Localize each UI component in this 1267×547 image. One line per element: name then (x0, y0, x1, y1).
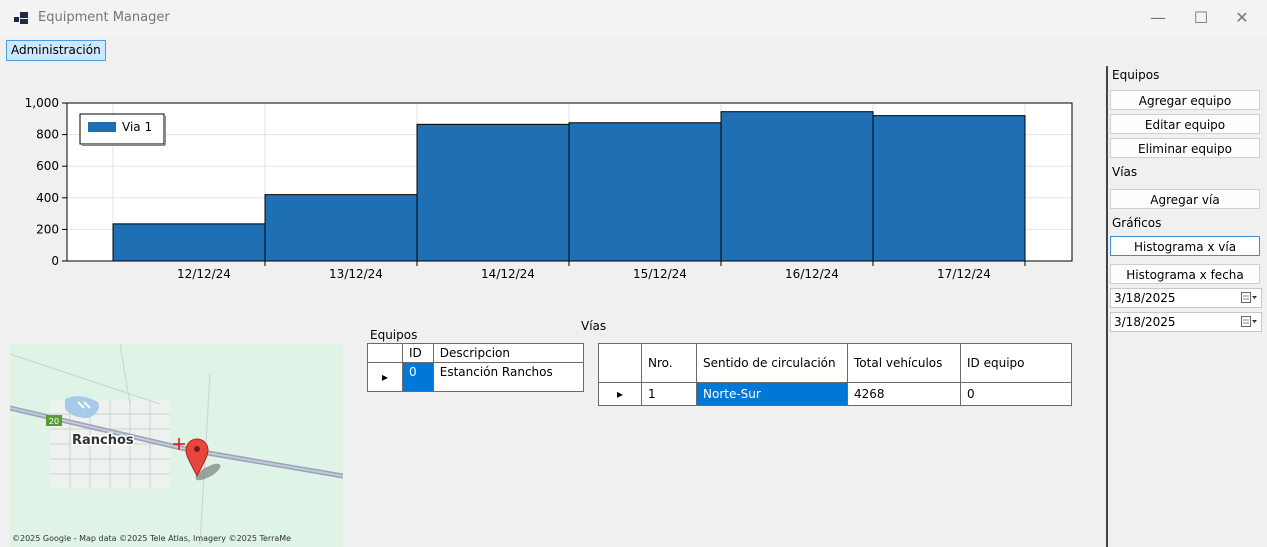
row-selector-icon[interactable]: ▸ (598, 382, 642, 406)
histogram-bar (872, 115, 1026, 262)
legend-label: Via 1 (122, 120, 152, 134)
table-row[interactable]: ▸ 0 Estanción Ranchos (367, 362, 585, 392)
y-tick-label: 800 (36, 128, 59, 142)
side-panel: Equipos Agregar equipo Editar equipo Eli… (1106, 66, 1267, 547)
cell-descripcion[interactable]: Estanción Ranchos (432, 362, 585, 392)
date-to-value: 3/18/2025 (1114, 315, 1176, 329)
menu-bar: Administración (0, 36, 1267, 64)
x-tick-label: 12/12/24 (177, 267, 231, 281)
date-to-picker[interactable]: 3/18/2025 (1110, 312, 1262, 332)
histogram-bar (112, 223, 266, 262)
row-header-corner (598, 343, 642, 383)
town-label: Ranchos (72, 433, 134, 448)
y-tick-label: 600 (36, 159, 59, 173)
x-tick-label: 13/12/24 (329, 267, 383, 281)
delete-equipo-button[interactable]: Eliminar equipo (1110, 138, 1260, 158)
column-header-nro[interactable]: Nro. (641, 343, 697, 383)
column-header-id[interactable]: ID (402, 343, 434, 363)
cell-sentido[interactable]: Norte-Sur (696, 382, 848, 406)
x-tick-label: 16/12/24 (785, 267, 839, 281)
histogram-svg: 0 200 400 600 800 1,000 12/12/24 13/12/24 14/12/… (25, 96, 1073, 281)
map-view[interactable]: 20 Ranchos ©2025 Google - Map data ©2025… (10, 344, 343, 547)
cell-nro[interactable]: 1 (641, 382, 697, 406)
histogram-bar (568, 122, 722, 262)
group-graficos-label: Gráficos (1112, 216, 1162, 230)
histogram-bar (416, 123, 570, 262)
close-button[interactable]: ✕ (1222, 4, 1262, 32)
map-canvas: 20 Ranchos (10, 344, 343, 547)
menu-administracion[interactable]: Administración (6, 40, 106, 61)
row-header-corner (367, 343, 403, 363)
group-vias-label: Vías (1112, 165, 1138, 179)
histogram-bar (264, 194, 418, 262)
table-header-row: ID Descripcion (367, 343, 585, 363)
title-bar: Equipment Manager — ☐ ✕ (0, 0, 1267, 36)
cell-id-equipo[interactable]: 0 (960, 382, 1072, 406)
column-header-id-equipo[interactable]: ID equipo (960, 343, 1072, 383)
row-selector-icon[interactable]: ▸ (367, 362, 403, 392)
column-header-descripcion[interactable]: Descripcion (432, 343, 585, 363)
x-tick-label: 14/12/24 (481, 267, 535, 281)
y-tick-label: 400 (36, 191, 59, 205)
table-header-row: Nro. Sentido de circulación Total vehícu… (598, 343, 1072, 383)
histogram-via-button[interactable]: Histograma x vía (1110, 236, 1260, 256)
date-from-picker[interactable]: 3/18/2025 (1110, 288, 1262, 308)
histogram-chart: 0 200 400 600 800 1,000 12/12/24 13/12/24 14/12/… (0, 92, 1080, 292)
x-tick-label: 15/12/24 (633, 267, 687, 281)
y-tick-label: 200 (36, 222, 59, 236)
route-number: 20 (49, 417, 59, 426)
equipos-table: ID Descripcion ▸ 0 Estanción Ranchos (367, 343, 585, 392)
vias-section-label: Vías (581, 319, 607, 333)
group-equipos-label: Equipos (1112, 68, 1160, 82)
vias-table: Nro. Sentido de circulación Total vehícu… (598, 343, 1072, 406)
equipos-section-label: Equipos (370, 328, 418, 342)
map-credit: ©2025 Google - Map data ©2025 Tele Atlas… (12, 534, 292, 543)
histogram-bar (720, 111, 874, 262)
edit-equipo-button[interactable]: Editar equipo (1110, 114, 1260, 134)
date-from-value: 3/18/2025 (1114, 291, 1176, 305)
table-row[interactable]: ▸ 1 Norte-Sur 4268 0 (598, 382, 1072, 406)
histogram-fecha-button[interactable]: Histograma x fecha (1110, 264, 1260, 284)
y-tick-label: 1,000 (25, 96, 59, 110)
calendar-dropdown-icon[interactable] (1241, 292, 1257, 304)
add-via-button[interactable]: Agregar vía (1110, 189, 1260, 209)
maximize-button[interactable]: ☐ (1181, 4, 1221, 32)
window-title: Equipment Manager (38, 10, 170, 25)
minimize-button[interactable]: — (1138, 4, 1178, 32)
y-tick-label: 0 (51, 254, 59, 268)
x-tick-label: 17/12/24 (937, 267, 991, 281)
column-header-sentido[interactable]: Sentido de circulación (696, 343, 848, 383)
add-equipo-button[interactable]: Agregar equipo (1110, 90, 1260, 110)
column-header-total[interactable]: Total vehículos (847, 343, 961, 383)
legend-swatch (88, 122, 116, 132)
cell-total[interactable]: 4268 (847, 382, 961, 406)
calendar-dropdown-icon[interactable] (1241, 316, 1257, 328)
cell-id[interactable]: 0 (402, 362, 434, 392)
app-icon (14, 12, 28, 24)
